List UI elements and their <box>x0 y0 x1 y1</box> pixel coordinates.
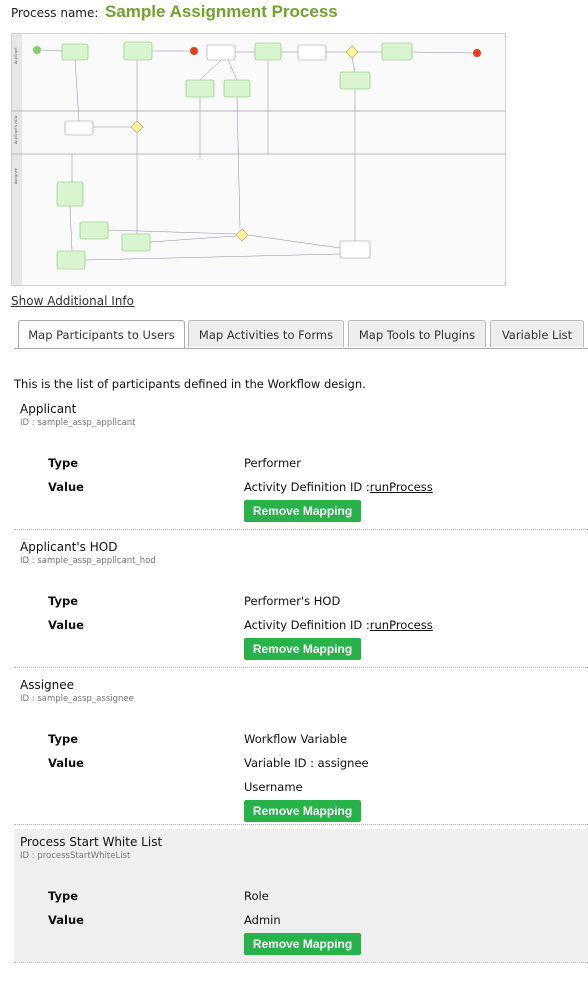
participant-id: ID : sample_assp_assignee <box>20 694 134 704</box>
value-text: Variable ID : assignee <box>244 756 369 770</box>
participant-process-start-white-list: Process Start White List ID : processSta… <box>14 829 588 963</box>
value-text: Activity Definition ID :runProcess <box>244 618 433 632</box>
type-label: Type <box>48 594 79 608</box>
remove-mapping-button[interactable]: Remove Mapping <box>244 500 361 522</box>
tab-map-participants[interactable]: Map Participants to Users <box>18 320 185 349</box>
participant-name: Applicant's HOD <box>20 540 118 554</box>
participant-applicant: Applicant ID : sample_assp_applicant Typ… <box>14 396 588 530</box>
participant-id: ID : sample_assp_applicant_hod <box>20 556 156 566</box>
process-name-label: Process name: <box>11 6 99 20</box>
remove-mapping-button[interactable]: Remove Mapping <box>244 933 361 955</box>
participant-id: ID : sample_assp_applicant <box>20 418 136 428</box>
lane-label: Applicant <box>14 47 18 64</box>
tab-variable-list[interactable]: Variable List <box>490 320 584 347</box>
remove-mapping-button[interactable]: Remove Mapping <box>244 800 361 822</box>
run-process-link[interactable]: runProcess <box>370 618 433 632</box>
type-label: Type <box>48 456 79 470</box>
show-additional-info-link[interactable]: Show Additional Info <box>11 294 134 308</box>
type-label: Type <box>48 889 79 903</box>
tab-divider <box>14 348 588 349</box>
value-text: Activity Definition ID :runProcess <box>244 480 433 494</box>
run-process-link[interactable]: runProcess <box>370 480 433 494</box>
workflow-diagram-svg: Applicant Applicant's HOD Assignee <box>12 34 505 285</box>
participant-applicant-hod: Applicant's HOD ID : sample_assp_applica… <box>14 534 588 668</box>
value-label: Value <box>48 756 84 770</box>
type-value: Performer's HOD <box>244 594 341 608</box>
tab-map-activities[interactable]: Map Activities to Forms <box>188 320 344 347</box>
participant-id: ID : processStartWhiteList <box>20 851 131 861</box>
participant-name: Process Start White List <box>20 835 163 849</box>
remove-mapping-button[interactable]: Remove Mapping <box>244 638 361 660</box>
lane-label: Applicant's HOD <box>14 115 18 144</box>
participant-assignee: Assignee ID : sample_assp_assignee Type … <box>14 672 588 825</box>
participant-name: Applicant <box>20 402 77 416</box>
value-label: Value <box>48 480 84 494</box>
participants-intro: This is the list of participants defined… <box>14 377 366 391</box>
participant-name: Assignee <box>20 678 75 692</box>
type-value: Workflow Variable <box>244 732 348 746</box>
diagram-nodes <box>33 41 481 270</box>
type-value: Role <box>244 889 269 903</box>
workflow-diagram[interactable]: Applicant Applicant's HOD Assignee <box>11 33 506 286</box>
value-label: Value <box>48 618 84 632</box>
type-value: Performer <box>244 456 301 470</box>
tab-map-tools[interactable]: Map Tools to Plugins <box>348 320 486 347</box>
value-extra: Username <box>244 780 303 794</box>
value-label: Value <box>48 913 84 927</box>
type-label: Type <box>48 732 79 746</box>
process-title: Sample Assignment Process <box>105 2 338 21</box>
lane-label: Assignee <box>14 168 18 184</box>
value-text: Admin <box>244 913 281 927</box>
